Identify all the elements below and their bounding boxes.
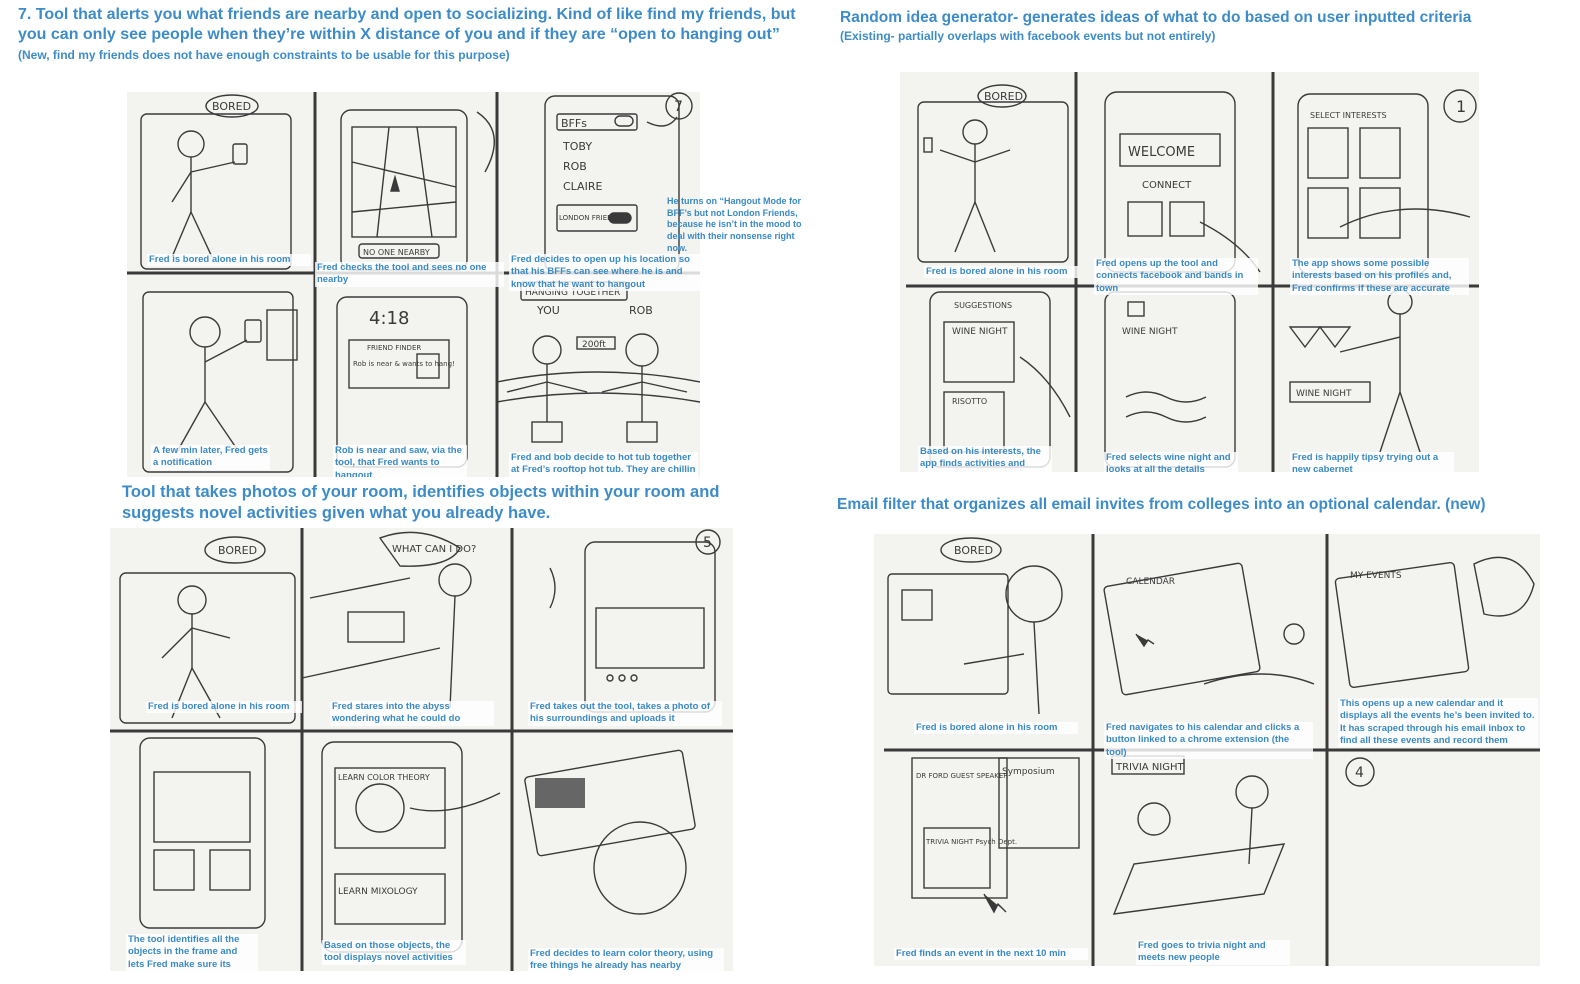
caption-3-1: Fred is bored alone in his room — [146, 701, 302, 714]
storyboard-4: BORED CALENDAR MY EVENTS DR FORD GUEST S… — [874, 534, 1540, 966]
sketch-text-claire: CLAIRE — [563, 180, 602, 193]
sketch-text-wine-night: WINE NIGHT — [952, 327, 1008, 337]
sketch-text-bored: BORED — [212, 100, 251, 113]
caption-4-5: Fred goes to trivia night and meets new … — [1136, 940, 1290, 965]
sketch-text-toby: TOBY — [562, 140, 592, 153]
sketch-text-wine-night-2: WINE NIGHT — [1122, 327, 1178, 337]
sketch-text-calendar: CALENDAR — [1126, 577, 1175, 587]
caption-2-3: The app shows some possible interests ba… — [1290, 258, 1469, 296]
sketch-text-connect: CONNECT — [1142, 180, 1192, 191]
section-2-subtitle: (Existing- partially overlaps with faceb… — [840, 29, 1216, 43]
sketch-text-learn-color: LEARN COLOR THEORY — [338, 773, 430, 782]
sketch-number-5: 5 — [703, 535, 712, 551]
sketch-text-london: LONDON FRIENDS — [559, 214, 623, 222]
sketch-text-dist: 200ft — [582, 340, 606, 350]
caption-2-2: Fred opens up the tool and connects face… — [1094, 258, 1258, 296]
sketch-text-rob: ROB — [563, 160, 587, 173]
caption-2-4: Based on his interests, the app finds ac… — [918, 446, 1052, 472]
caption-3-6: Fred decides to learn color theory, usin… — [528, 948, 724, 971]
section-1-subtitle: (New, find my friends does not have enou… — [18, 48, 510, 62]
sketch-text-my-events: MY EVENTS — [1350, 571, 1402, 581]
section-2-title: Random idea generator- generates ideas o… — [840, 9, 1472, 26]
sketch-text-learn-mix: LEARN MIXOLOGY — [338, 887, 418, 897]
caption-3-5: Based on those objects, the tool display… — [322, 940, 466, 965]
sketch-text-time: 4:18 — [369, 308, 409, 329]
sketch-text-trivia: TRIVIA NIGHT Psych Dept. — [925, 838, 1017, 846]
caption-1-1: Fred is bored alone in his room — [147, 254, 311, 267]
sketch-text-risotto: RISOTTO — [952, 397, 987, 406]
caption-3-3: Fred takes out the tool, takes a photo o… — [528, 701, 722, 726]
caption-4-4: Fred finds an event in the next 10 min — [894, 948, 1088, 961]
sketch-text-you: YOU — [536, 304, 560, 317]
storyboard-1: BORED BFFs TOBY ROB CLAIRE LONDON FRIEND… — [127, 92, 700, 477]
sketch-text-bffs: BFFs — [561, 117, 587, 130]
sketch-text-rob-near: Rob is near & wants to hang! — [353, 360, 455, 368]
caption-4-1: Fred is bored alone in his room — [914, 722, 1078, 735]
sketch-text-no-one: NO ONE NEARBY — [363, 248, 430, 257]
caption-3-2: Fred stares into the abyss wondering wha… — [330, 701, 494, 726]
section-4-title: Email filter that organizes all email in… — [837, 496, 1486, 513]
sketch-text-what: WHAT CAN I DO? — [392, 544, 476, 555]
caption-2-1: Fred is bored alone in his room — [924, 266, 1078, 279]
caption-1-5: Rob is near and saw, via the tool, that … — [333, 445, 467, 477]
sketch-number-7: 7 — [674, 99, 683, 115]
storyboard-3-sketch: BORED WHAT CAN I DO? LEARN COLOR THEORY … — [110, 528, 733, 971]
sketch-text-suggestions: SUGGESTIONS — [954, 301, 1012, 310]
sketch-text-rob2: ROB — [629, 304, 653, 317]
caption-1-4: A few min later, Fred gets a notificatio… — [151, 445, 270, 470]
storyboard-3: BORED WHAT CAN I DO? LEARN COLOR THEORY … — [110, 528, 733, 971]
sketch-text-trivia-night: TRIVIA NIGHT — [1115, 762, 1185, 773]
caption-3-4: The tool identifies all the objects in t… — [126, 934, 258, 971]
storyboard-2: BORED WELCOME CONNECT SELECT INTERESTS S… — [900, 72, 1479, 472]
caption-4-2: Fred navigates to his calendar and click… — [1104, 722, 1313, 760]
caption-1-3: Fred decides to open up his location so … — [509, 254, 700, 292]
caption-2-6: Fred is happily tipsy trying out a new c… — [1290, 452, 1454, 472]
caption-1-2: Fred checks the tool and sees no one nea… — [315, 262, 504, 287]
section-3-title: Tool that takes photos of your room, ide… — [122, 483, 720, 522]
sketch-text-welcome: WELCOME — [1128, 145, 1195, 160]
caption-1-6: Fred and bob decide to hot tub together … — [509, 452, 698, 477]
section-1-side-note: He turns on “Hangout Mode for BFF’s but … — [667, 196, 802, 253]
sketch-text-select: SELECT INTERESTS — [1310, 111, 1387, 120]
section-1-title: 7. Tool that alerts you what friends are… — [18, 6, 796, 43]
sketch-text-dr-ford: DR FORD GUEST SPEAKER — [916, 772, 1008, 780]
caption-4-3: This opens up a new calendar and it disp… — [1338, 698, 1538, 748]
sketch-text-friend-finder: FRIEND FINDER — [367, 344, 421, 352]
sketch-text-bored-2: BORED — [984, 90, 1023, 103]
sketch-text-bored-4: BORED — [954, 544, 993, 557]
sketch-number-4: 4 — [1355, 765, 1364, 781]
sketch-text-symposium: Symposium — [1002, 767, 1055, 777]
sketch-text-wine-night-3: WINE NIGHT — [1296, 389, 1352, 399]
caption-2-5: Fred selects wine night and looks at all… — [1104, 452, 1238, 472]
sketch-number-1: 1 — [1456, 97, 1466, 116]
sketch-text-bored-3: BORED — [218, 544, 257, 557]
